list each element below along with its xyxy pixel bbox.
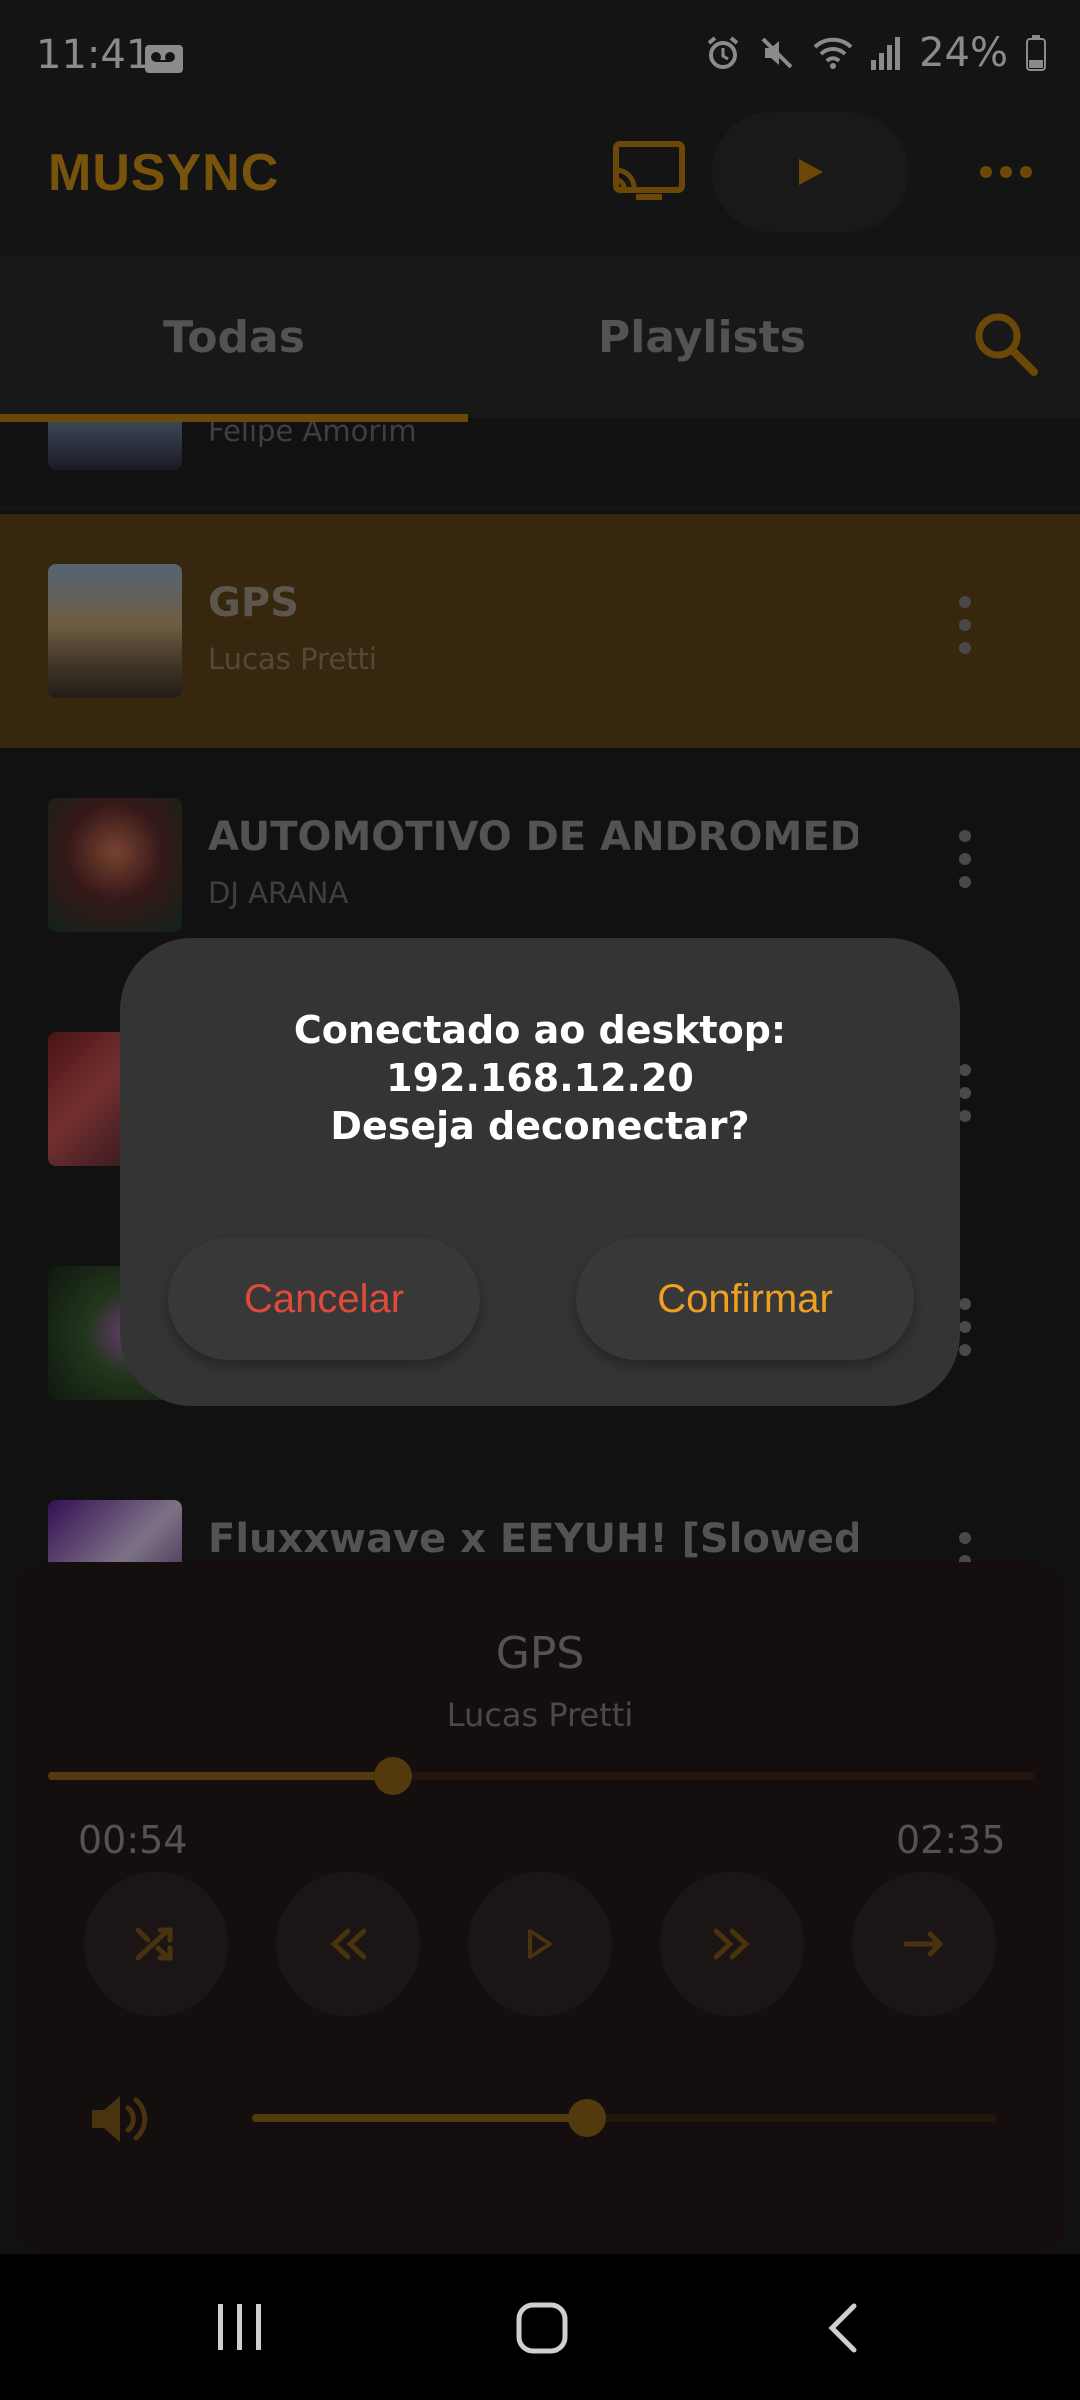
- dialog-message: Conectado ao desktop: 192.168.12.20 Dese…: [120, 1006, 960, 1150]
- dialog-line-connected: Conectado ao desktop:: [293, 1008, 787, 1052]
- dialog-line-question: Deseja deconectar?: [330, 1104, 750, 1148]
- home-icon[interactable]: [516, 2302, 568, 2354]
- cancel-button[interactable]: Cancelar: [168, 1238, 480, 1360]
- dialog-line-ip: 192.168.12.20: [386, 1056, 694, 1100]
- recent-apps-icon[interactable]: [216, 2302, 264, 2352]
- confirm-button[interactable]: Confirmar: [576, 1238, 914, 1360]
- back-icon[interactable]: [826, 2302, 860, 2354]
